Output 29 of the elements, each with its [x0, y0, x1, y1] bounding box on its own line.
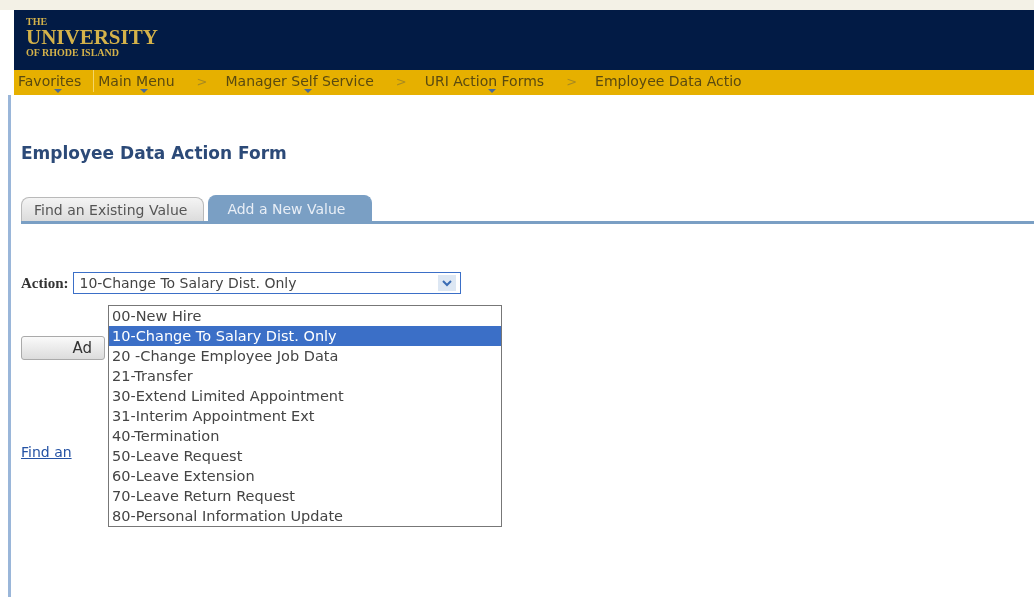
nav-page-item[interactable]: Employee Data Actio — [591, 70, 754, 92]
dropdown-option[interactable]: 50-Leave Request — [109, 446, 501, 466]
dropdown-option[interactable]: 70-Leave Return Request — [109, 486, 501, 506]
breadcrumb-separator: > — [565, 73, 579, 89]
dropdown-option[interactable]: 31-Interim Appointment Ext — [109, 406, 501, 426]
dropdown-option[interactable]: 21-Transfer — [109, 366, 501, 386]
dropdown-option[interactable]: 60-Leave Extension — [109, 466, 501, 486]
breadcrumb-separator: > — [195, 73, 209, 89]
page-title: Employee Data Action Form — [21, 142, 288, 163]
dropdown-option[interactable]: 30-Extend Limited Appointment — [109, 386, 501, 406]
action-label: Action: — [21, 274, 69, 292]
dropdown-option[interactable]: 80-Personal Information Update — [109, 506, 501, 526]
nav-menu-item[interactable]: URI Action Forms — [420, 70, 557, 92]
action-dropdown[interactable]: 10-Change To Salary Dist. Only — [72, 272, 461, 294]
nav-menu-item[interactable]: Favorites — [14, 70, 94, 92]
logo-text: UNIVERSITY — [26, 27, 159, 48]
dropdown-option[interactable]: 40-Termination — [109, 426, 501, 446]
logo-text: OF RHODE ISLAND — [26, 48, 120, 58]
add-button[interactable]: Ad — [21, 336, 105, 360]
dropdown-option[interactable]: 10-Change To Salary Dist. Only — [109, 326, 501, 346]
tab[interactable]: Find an Existing Value — [21, 197, 205, 221]
logo-text: THE — [26, 17, 49, 27]
caret-icon — [437, 275, 456, 291]
dropdown-option[interactable]: 00-New Hire — [109, 306, 501, 326]
breadcrumb-separator: > — [394, 73, 408, 89]
dropdown-option[interactable]: 20 -Change Employee Job Data — [109, 346, 501, 366]
nav-menu-item[interactable]: Main Menu — [94, 70, 187, 92]
find-link[interactable]: Find an — [21, 444, 72, 460]
nav-menu-item[interactable]: Manager Self Service — [221, 70, 386, 92]
